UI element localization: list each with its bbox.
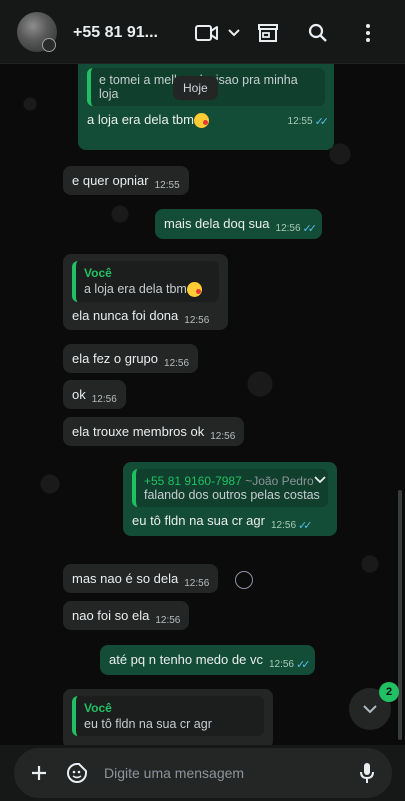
quoted-author-alias: ~João Pedro: [245, 474, 314, 488]
read-ticks-icon: ✓✓: [314, 116, 330, 128]
message-text: nao foi so ela: [72, 608, 150, 623]
composer-bar: [0, 745, 405, 801]
message-time: 12:55: [154, 180, 180, 191]
time-text: 12:56: [270, 520, 297, 531]
scrollbar[interactable]: [398, 490, 402, 740]
date-pill: Hoje: [173, 76, 218, 100]
message-bubble[interactable]: Você eu tô fldn na sua cr agr: [63, 689, 273, 745]
message-bubble[interactable]: mais dela doq sua 12:56 ✓✓: [155, 209, 322, 239]
message-bubble[interactable]: ela trouxe membros ok 12:56: [63, 417, 245, 446]
message-time: 12:56 ✓✓: [270, 519, 313, 532]
message-time: 12:56: [164, 358, 190, 369]
message-text: mais dela doq sua: [164, 216, 270, 231]
message-text: mas nao é so dela: [72, 571, 179, 586]
message-time: 12:56: [184, 578, 210, 589]
message-text: e quer opniar: [72, 173, 149, 188]
message-bubble[interactable]: Você a loja era dela tbm ela nunca foi d…: [63, 254, 228, 331]
chevron-down-icon[interactable]: [314, 473, 326, 487]
chevron-down-icon[interactable]: [221, 20, 247, 46]
read-ticks-icon: ✓✓: [298, 520, 313, 532]
quoted-author: Você: [84, 701, 112, 715]
sticker-icon[interactable]: [66, 762, 88, 784]
message-time: 12:56 ✓✓: [268, 658, 311, 671]
unread-count-badge: 2: [379, 682, 399, 702]
message-text: ela fez o grupo: [72, 351, 159, 366]
store-icon[interactable]: [255, 20, 281, 46]
quoted-text: eu tô fldn na sua cr agr: [84, 717, 212, 731]
quoted-text: falando dos outros pelas costas: [144, 488, 320, 502]
message-bubble[interactable]: ok 12:56: [63, 380, 126, 409]
chevron-down-icon: [363, 705, 377, 714]
message-text: ok: [72, 387, 86, 402]
kissing-emoji-icon: [186, 282, 202, 298]
quoted-author: +55 81 9160-7987: [144, 474, 242, 488]
search-icon[interactable]: [305, 20, 331, 46]
message-text: até pq n tenho medo de vc: [109, 652, 263, 667]
quoted-author: Você: [84, 266, 112, 280]
quoted-message[interactable]: +55 81 9160-7987 ~João Pedro falando dos…: [132, 469, 328, 507]
quoted-text: a loja era dela tbm: [84, 282, 187, 296]
message-time: 12:56: [184, 315, 210, 327]
message-bubble[interactable]: +55 81 9160-7987 ~João Pedro falando dos…: [123, 462, 337, 536]
chat-header: +55 81 91...: [0, 0, 405, 64]
message-text: eu tô fldn na sua cr agr: [132, 513, 265, 528]
quoted-message[interactable]: Você a loja era dela tbm: [72, 261, 219, 303]
plus-icon[interactable]: [28, 762, 50, 784]
read-ticks-icon: ✓✓: [302, 223, 318, 235]
video-call-icon[interactable]: [194, 20, 220, 46]
message-text: ela nunca foi dona: [72, 308, 179, 324]
message-bubble[interactable]: mas nao é so dela 12:56: [63, 564, 219, 593]
message-time: 12:56: [210, 431, 236, 442]
menu-icon[interactable]: [355, 20, 381, 46]
message-text: a loja era dela tbm: [87, 112, 194, 127]
message-input[interactable]: [104, 762, 344, 784]
message-text: ela trouxe membros ok: [72, 424, 205, 439]
message-time: 12:56 ✓✓: [275, 222, 318, 235]
message-time: 12:56: [155, 615, 181, 626]
message-time: 12:55 ✓✓: [287, 115, 330, 128]
contact-name[interactable]: +55 81 91...: [73, 24, 158, 42]
composer: [14, 748, 392, 798]
emoji-reaction-icon[interactable]: [235, 571, 253, 589]
message-bubble[interactable]: nao foi so ela 12:56: [63, 601, 190, 630]
quoted-message[interactable]: Você eu tô fldn na sua cr agr: [72, 696, 264, 736]
kissing-emoji-icon: [193, 113, 209, 129]
message-list[interactable]: e tomei a melhor decisao pra minha loja …: [0, 64, 405, 745]
message-bubble[interactable]: e quer opniar 12:55: [63, 166, 189, 195]
message-time: 12:56: [91, 394, 117, 405]
microphone-icon[interactable]: [356, 762, 378, 784]
time-text: 12:55: [287, 116, 313, 127]
message-bubble[interactable]: até pq n tenho medo de vc 12:56 ✓✓: [100, 645, 316, 675]
read-ticks-icon: ✓✓: [295, 659, 311, 671]
time-text: 12:56: [268, 659, 294, 670]
status-badge-icon: [42, 38, 56, 52]
time-text: 12:56: [275, 223, 301, 234]
message-bubble[interactable]: ela fez o grupo 12:56: [63, 344, 199, 373]
